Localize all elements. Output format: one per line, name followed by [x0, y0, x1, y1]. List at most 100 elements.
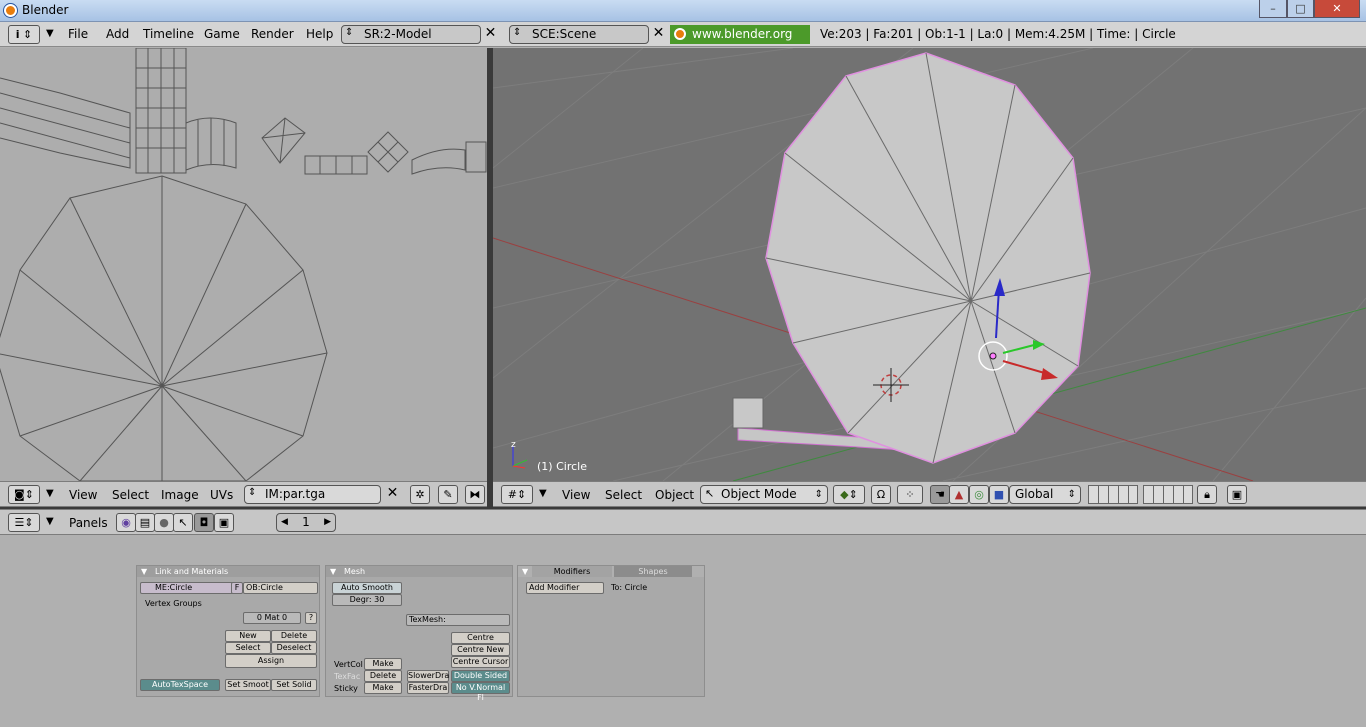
3d-viewport[interactable]: z (1) Circle: [493, 48, 1366, 481]
set-solid-button[interactable]: Set Solid: [271, 679, 317, 691]
close-window-button[interactable]: ✕: [1314, 0, 1360, 18]
collapse-triangle-icon[interactable]: ▼: [46, 28, 54, 39]
uv-collapse-triangle-icon[interactable]: ▼: [46, 488, 54, 499]
image-browse-icon[interactable]: ⇕: [248, 487, 256, 498]
material-help-button[interactable]: ?: [305, 612, 317, 624]
manipulator-toggle[interactable]: ☚: [930, 485, 950, 504]
shading-context-button[interactable]: ●: [154, 513, 174, 532]
draw-type-select[interactable]: ◆⇕: [833, 485, 865, 504]
uv-menu-uvs[interactable]: UVs: [210, 488, 233, 502]
uv-menu-image[interactable]: Image: [161, 488, 199, 502]
image-field[interactable]: IM:par.tga: [244, 485, 381, 504]
script-context-button[interactable]: ▤: [135, 513, 155, 532]
maximize-button[interactable]: □: [1287, 0, 1314, 18]
editing-context-button[interactable]: ◘: [194, 513, 214, 532]
menu-help[interactable]: Help: [306, 27, 333, 41]
minimize-button[interactable]: –: [1259, 0, 1287, 18]
slower-draw-button[interactable]: SlowerDra: [407, 670, 449, 682]
grid-icon: #: [507, 488, 517, 501]
scene-field[interactable]: SCE:Scene: [509, 25, 649, 44]
layers-row-2[interactable]: [1143, 485, 1193, 504]
double-sided-toggle[interactable]: Double Sided: [451, 670, 510, 682]
fake-user-toggle[interactable]: F: [231, 582, 243, 594]
mesh-panel-header[interactable]: ▼ Mesh: [326, 566, 512, 577]
add-modifier-menu[interactable]: Add Modifier: [526, 582, 604, 594]
layers-row-1[interactable]: [1088, 485, 1138, 504]
orientation-select[interactable]: Global ⇕: [1009, 485, 1081, 504]
buttons-collapse-triangle-icon[interactable]: ▼: [46, 516, 54, 527]
paint-brush-button[interactable]: ✎: [438, 485, 458, 504]
set-smooth-button[interactable]: Set Smoot: [225, 679, 271, 691]
frame-number-value: 1: [302, 515, 310, 529]
uv-window-type-menu[interactable]: ◙⇕: [8, 485, 40, 504]
layer-lock-button[interactable]: 🔒︎: [1197, 485, 1217, 504]
menu-file[interactable]: File: [68, 27, 88, 41]
auto-smooth-toggle[interactable]: Auto Smooth: [332, 582, 402, 594]
rotate-manipulator[interactable]: ◎: [969, 485, 989, 504]
uv-menu-select[interactable]: Select: [112, 488, 149, 502]
scene-browse-icon[interactable]: ⇕: [513, 27, 521, 38]
buttons-window-icon: ☰: [14, 516, 25, 529]
scale-icon: ■: [993, 488, 1005, 501]
pivot-select[interactable]: ⁘: [897, 485, 923, 504]
autotexspace-toggle[interactable]: AutoTexSpace: [140, 679, 220, 691]
faster-draw-button[interactable]: FasterDra: [407, 682, 449, 694]
modifier-target-label: To: Circle: [611, 583, 648, 592]
screen-field[interactable]: SR:2-Model: [341, 25, 481, 44]
menu-render[interactable]: Render: [251, 27, 294, 41]
image-delete-button[interactable]: ✕: [383, 485, 402, 504]
menu-add[interactable]: Add: [106, 27, 129, 41]
3d-menu-select[interactable]: Select: [605, 488, 642, 502]
object-context-button[interactable]: ↖: [173, 513, 193, 532]
frame-number-field[interactable]: ◀ 1 ▶: [276, 513, 336, 532]
object-datablock-field[interactable]: OB:Circle: [243, 582, 318, 594]
texmesh-field[interactable]: TexMesh:: [406, 614, 510, 626]
centre-new-button[interactable]: Centre New: [451, 644, 510, 656]
pivot-button[interactable]: Ω: [871, 485, 891, 504]
tab-shapes[interactable]: Shapes: [614, 566, 692, 577]
smooth-degree-field[interactable]: Degr: 30: [332, 594, 402, 606]
scale-manipulator[interactable]: ■: [989, 485, 1009, 504]
sticky-make-button[interactable]: Make: [364, 682, 402, 694]
logic-context-button[interactable]: ◉: [116, 513, 136, 532]
hand-icon: ☚: [935, 488, 945, 501]
3d-collapse-triangle-icon[interactable]: ▼: [539, 488, 547, 499]
no-vnormal-flip-toggle[interactable]: No V.Normal Fl: [451, 682, 510, 702]
scene-field-value: SCE:Scene: [532, 27, 597, 41]
uv-lock-button[interactable]: ⧓: [465, 485, 485, 504]
window-type-menu[interactable]: i ⇕: [8, 25, 40, 44]
blender-site-link[interactable]: www.blender.org 242: [670, 25, 810, 60]
scene-context-button[interactable]: ▣: [214, 513, 234, 532]
texface-delete-button[interactable]: Delete: [364, 670, 402, 682]
material-delete-button[interactable]: Delete: [271, 630, 317, 642]
3d-menu-view[interactable]: View: [562, 488, 590, 502]
material-new-button[interactable]: New: [225, 630, 271, 642]
menu-timeline[interactable]: Timeline: [143, 27, 194, 41]
image-pack-button[interactable]: ✲: [410, 485, 430, 504]
translate-manipulator[interactable]: ▲: [949, 485, 969, 504]
mode-select[interactable]: Object Mode ⇕: [700, 485, 828, 504]
centre-cursor-button[interactable]: Centre Cursor: [451, 656, 510, 668]
3d-window-type-menu[interactable]: #⇕: [501, 485, 533, 504]
uv-menu-view[interactable]: View: [69, 488, 97, 502]
material-assign-button[interactable]: Assign: [225, 654, 317, 668]
centre-button[interactable]: Centre: [451, 632, 510, 644]
menu-game[interactable]: Game: [204, 27, 240, 41]
screen-delete-button[interactable]: ✕: [481, 25, 500, 44]
render-preview-button[interactable]: ▣: [1227, 485, 1247, 504]
rotate-icon: ◎: [974, 488, 984, 501]
mesh-datablock-field[interactable]: ME:Circle: [140, 582, 240, 594]
uv-image-editor[interactable]: [0, 48, 487, 481]
screen-browse-icon[interactable]: ⇕: [345, 27, 353, 38]
link-materials-panel: ▼ Link and Materials ME:Circle F OB:Circl…: [136, 565, 320, 697]
3d-menu-object[interactable]: Object: [655, 488, 694, 502]
buttons-window-type-menu[interactable]: ☰⇕: [8, 513, 40, 532]
scene-delete-button[interactable]: ✕: [649, 25, 668, 44]
vertcol-make-button[interactable]: Make: [364, 658, 402, 670]
material-select-button[interactable]: Select: [225, 642, 271, 654]
tab-modifiers[interactable]: Modifiers: [532, 566, 612, 577]
material-index-field[interactable]: 0 Mat 0: [243, 612, 301, 624]
link-materials-panel-header[interactable]: ▼ Link and Materials: [137, 566, 319, 577]
blender-logo-small-icon: [674, 28, 686, 40]
material-deselect-button[interactable]: Deselect: [271, 642, 317, 654]
